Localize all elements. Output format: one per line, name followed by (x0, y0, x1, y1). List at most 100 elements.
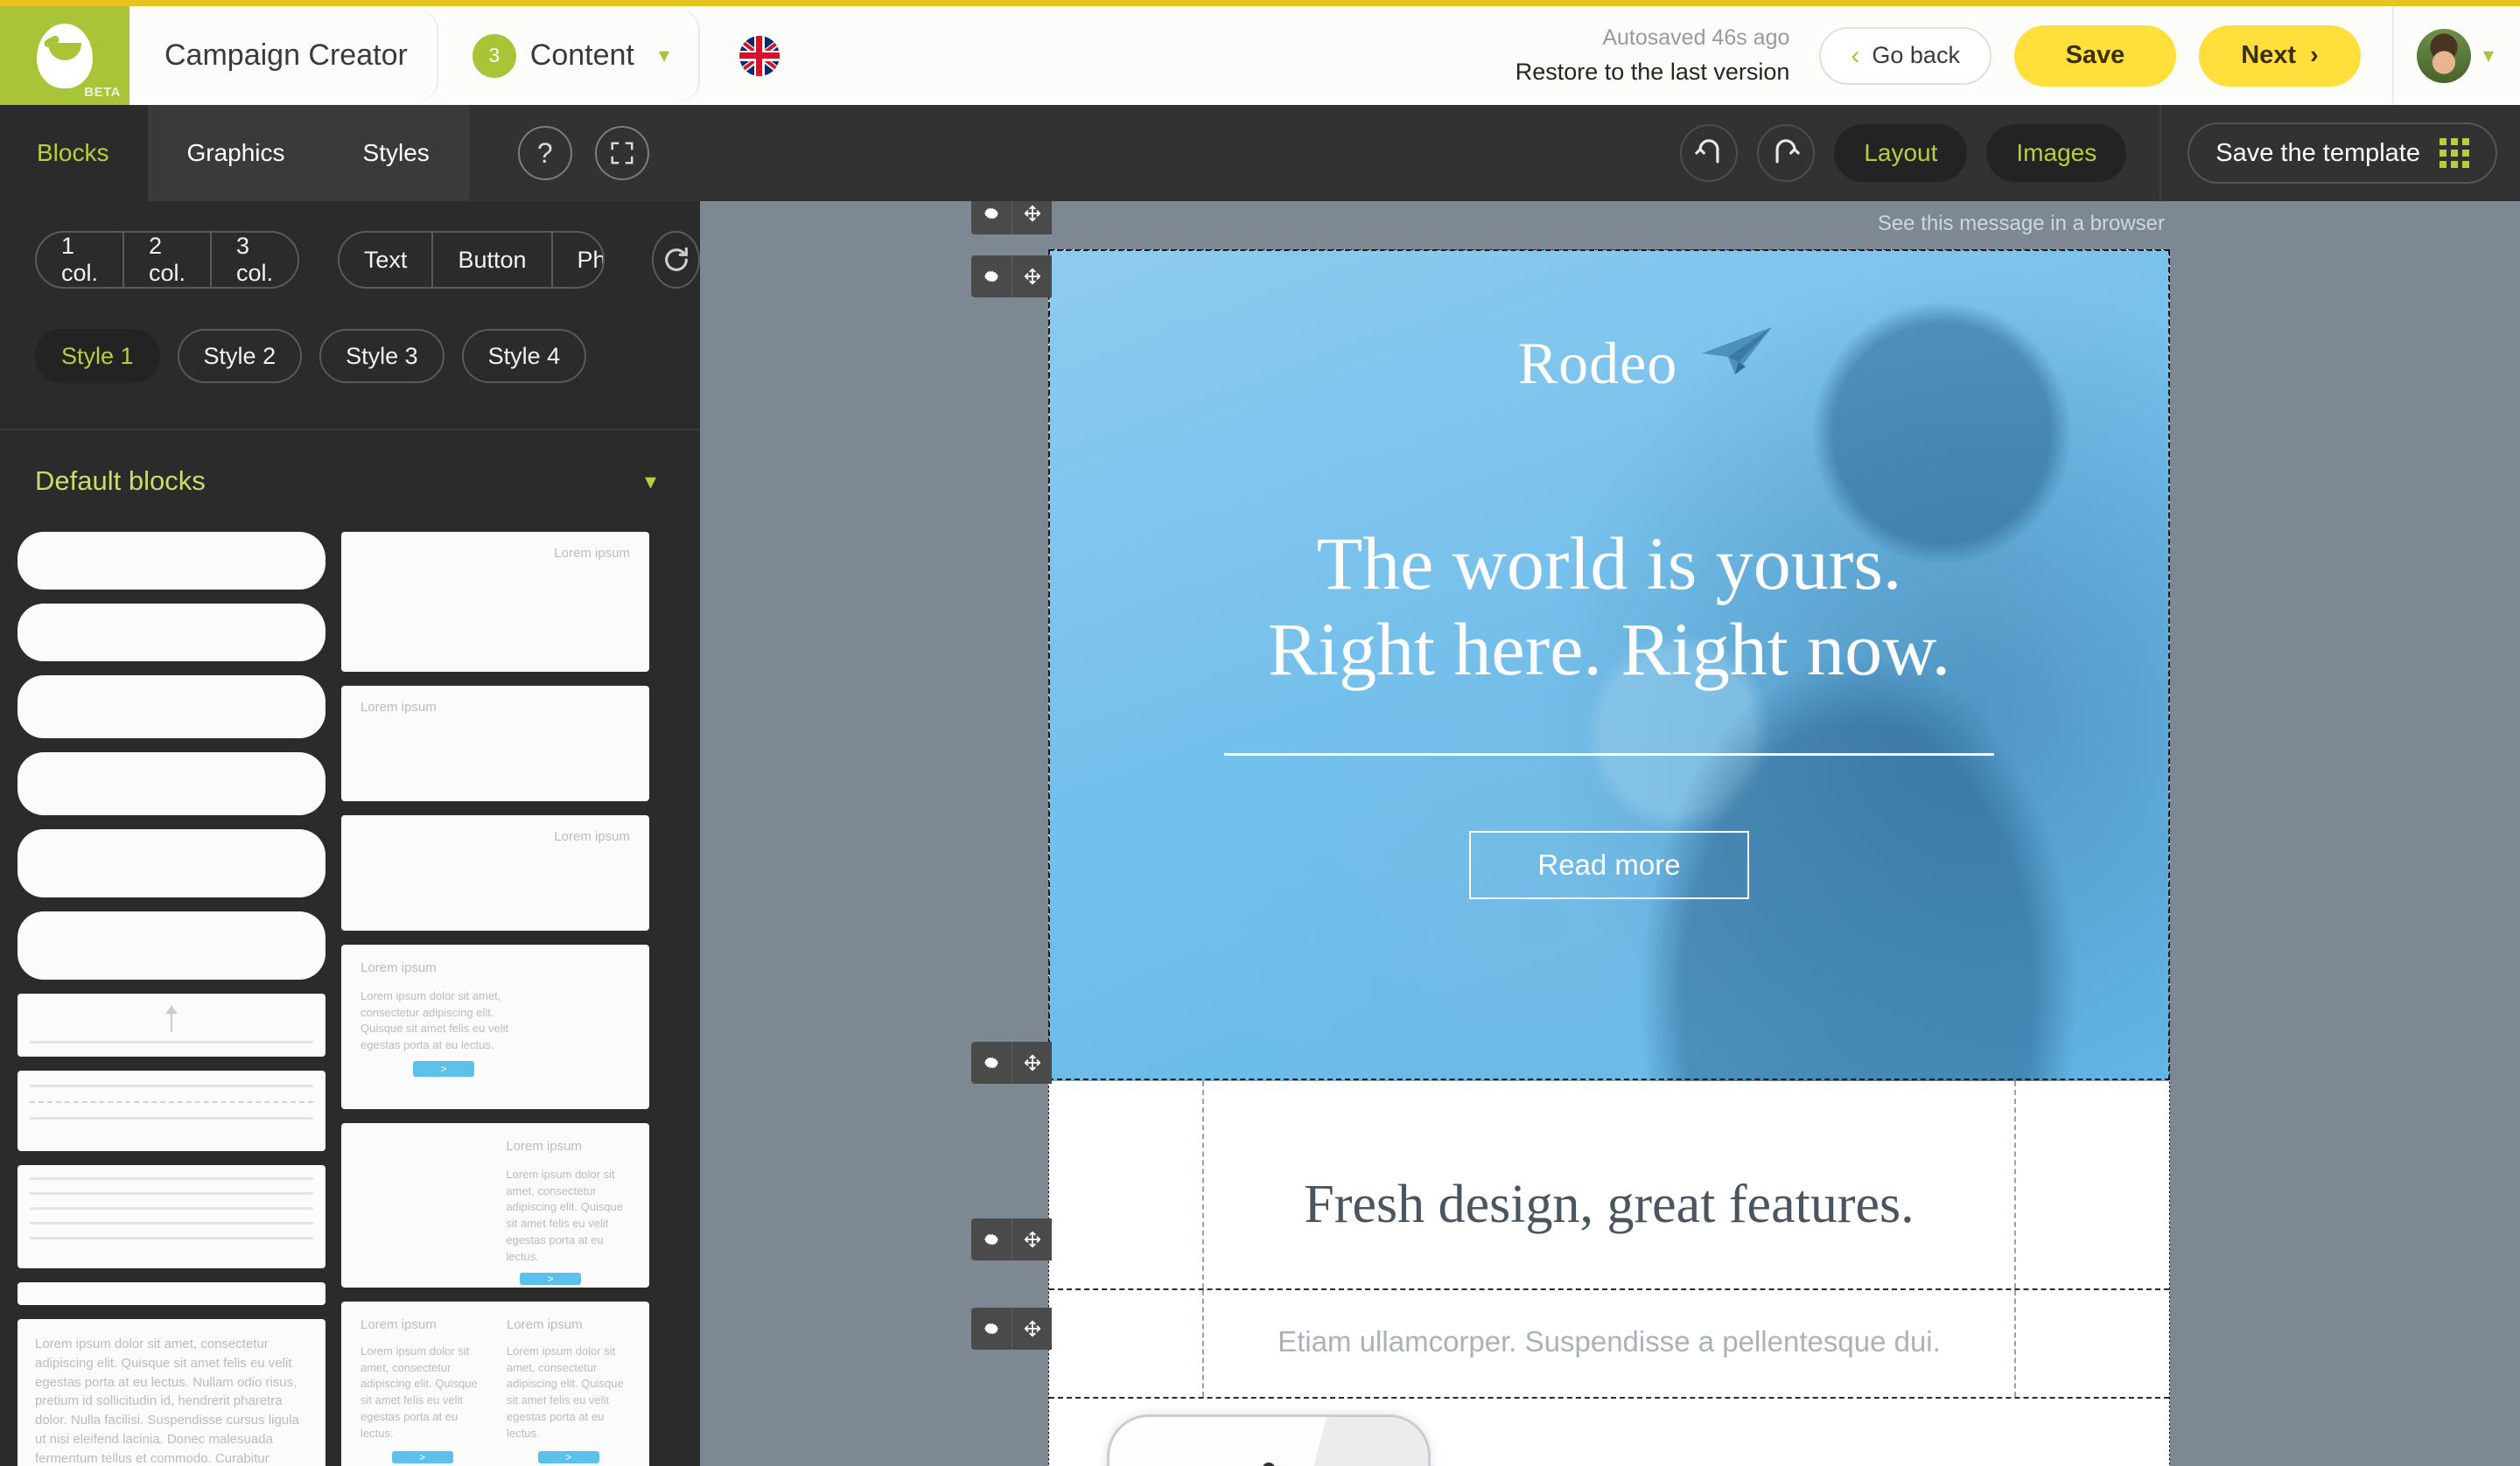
move-arrows-icon[interactable] (1012, 255, 1052, 297)
style-option-2[interactable]: Style 2 (177, 329, 303, 383)
fullscreen-button[interactable] (594, 126, 649, 180)
responsive-block[interactable]: BELL 4:21 PM 22% Responsive Powerful (1049, 1399, 2169, 1466)
hero-divider (1224, 753, 1994, 757)
gear-icon[interactable] (971, 1308, 1012, 1350)
help-button[interactable]: ? (517, 126, 572, 180)
heading-row[interactable]: Fresh design, great features. (1049, 1081, 2169, 1290)
images-button[interactable]: Images (1986, 124, 2127, 182)
toolbar-divider (2160, 105, 2162, 201)
block-thumbnail[interactable] (18, 829, 326, 897)
thumbnail-column-left: Lorem ipsum dolor sit amet, consectetur … (18, 532, 326, 1466)
thumbnail-text: Lorem ipsum (360, 700, 437, 715)
thumbnail-button[interactable]: > (537, 1450, 599, 1463)
gear-icon[interactable] (971, 255, 1012, 297)
column-option-1col[interactable]: 1 col. (37, 233, 125, 287)
block-thumbnail-divider[interactable] (18, 994, 326, 1057)
breadcrumb-item-campaign-creator[interactable]: Campaign Creator (130, 6, 438, 105)
block-thumbnail[interactable] (18, 532, 326, 590)
thumbnail-text: Lorem ipsum (360, 1317, 437, 1332)
save-label: Save (2065, 41, 2125, 69)
block-thumbnail[interactable] (18, 911, 326, 980)
style-label: Style 2 (203, 342, 276, 369)
style-option-4[interactable]: Style 4 (461, 329, 587, 383)
thumbnail-button-label: > (564, 1450, 571, 1463)
reload-blocks-button[interactable] (652, 231, 700, 289)
save-button[interactable]: Save (2013, 24, 2176, 87)
user-menu[interactable]: ▾ (2394, 28, 2520, 83)
breadcrumb-item-content[interactable]: 3 Content ▾ (438, 6, 701, 105)
block-thumbnail-text-button[interactable]: Lorem ipsum Lorem ipsum dolor sit amet, … (341, 945, 649, 1109)
expand-icon (611, 142, 634, 164)
gear-icon[interactable] (971, 201, 1012, 234)
brand-lockup[interactable]: Rodeo (1517, 250, 1773, 398)
block-thumbnail[interactable] (18, 1282, 326, 1305)
hero-headline-line1: The world is yours. (1316, 521, 1902, 605)
block-thumbnail-lines[interactable] (18, 1071, 326, 1151)
redo-button[interactable] (1757, 124, 1816, 182)
mail-leaf-logo-icon (37, 23, 93, 88)
email-body[interactable]: Rodeo The world is yours. Right here. Ri… (1048, 249, 2170, 1466)
preheader-text: See this message in a browser (1877, 212, 2165, 235)
undo-button[interactable] (1680, 124, 1739, 182)
brand-name: Rodeo (1517, 330, 1678, 396)
thumbnail-button[interactable]: > (413, 1061, 474, 1078)
tab-label: Blocks (37, 139, 109, 166)
move-arrows-icon[interactable] (1012, 1042, 1052, 1084)
layout-button[interactable]: Layout (1834, 124, 1968, 182)
element-option-photo[interactable]: Photo (553, 233, 604, 287)
hero-block[interactable]: Rodeo The world is yours. Right here. Ri… (1049, 250, 2169, 1081)
save-template-button[interactable]: Save the template (2188, 122, 2497, 184)
preheader-row[interactable]: See this message in a browser (1048, 201, 2170, 247)
block-thumbnail-text-button-right[interactable]: Lorem ipsum Lorem ipsum dolor sit amet, … (341, 1123, 649, 1288)
block-thumbnail-label-right[interactable]: Lorem ipsum (341, 532, 649, 672)
thumbnail-text: Lorem ipsum (554, 546, 630, 561)
block-thumbnail-two-col-buttons[interactable]: Lorem ipsum Lorem ipsum dolor sit amet, … (341, 1302, 649, 1466)
default-blocks-title: Default blocks (35, 465, 206, 496)
move-arrows-icon[interactable] (1012, 1308, 1052, 1350)
block-handle-subheading[interactable] (971, 1218, 1052, 1260)
thumbnail-button[interactable]: > (391, 1450, 453, 1463)
move-arrows-icon[interactable] (1012, 1218, 1052, 1260)
style-option-3[interactable]: Style 3 (319, 329, 444, 383)
read-more-button[interactable]: Read more (1469, 831, 1749, 900)
subheading-row[interactable]: Etiam ullamcorper. Suspendisse a pellent… (1049, 1290, 2169, 1399)
go-back-button[interactable]: ‹ Go back (1819, 26, 1992, 85)
block-handle-phone[interactable] (971, 1308, 1052, 1350)
block-handle-heading[interactable] (971, 1042, 1052, 1084)
chevron-down-icon[interactable]: ▾ (659, 43, 669, 68)
gear-icon[interactable] (971, 1218, 1012, 1260)
phone-camera-icon (1262, 1463, 1276, 1466)
thumbnail-button[interactable]: > (520, 1272, 581, 1285)
block-thumbnail-label-right[interactable]: Lorem ipsum (341, 815, 649, 931)
features-heading: Fresh design, great features. (1304, 1175, 1914, 1234)
element-option-button[interactable]: Button (433, 233, 553, 287)
move-arrows-icon[interactable] (1012, 201, 1052, 234)
style-option-1[interactable]: Style 1 (35, 329, 160, 383)
chevron-down-icon[interactable]: ▾ (645, 468, 656, 495)
thumbnail-text: Lorem ipsum dolor sit amet, consectetur … (506, 1167, 624, 1263)
email-canvas[interactable]: See this message in a browser Rodeo The … (700, 201, 2520, 1466)
restore-version-link[interactable]: Restore to the last version (1516, 59, 1790, 86)
column-option-2col[interactable]: 2 col. (124, 233, 213, 287)
tab-graphics[interactable]: Graphics (148, 105, 325, 201)
block-thumbnail-paragraph[interactable]: Lorem ipsum dolor sit amet, consectetur … (18, 1319, 326, 1466)
block-thumbnail[interactable] (18, 752, 326, 815)
block-thumbnail-lines[interactable] (18, 1165, 326, 1268)
block-thumbnail[interactable] (18, 604, 326, 661)
features-block[interactable]: Fresh design, great features. Etiam ulla… (1049, 1081, 2169, 1399)
app-logo[interactable]: BETA (0, 6, 130, 105)
block-handle-hero[interactable] (971, 255, 1052, 297)
tab-styles[interactable]: Styles (324, 105, 469, 201)
element-option-text[interactable]: Text (340, 233, 434, 287)
block-thumbnail[interactable] (18, 675, 326, 738)
panel-controls: 1 col. 2 col. 3 col. Text Button Photo (0, 201, 700, 383)
language-selector[interactable] (738, 35, 780, 76)
gear-icon[interactable] (971, 1042, 1012, 1084)
block-handle-preheader[interactable] (971, 201, 1052, 234)
block-thumbnail-label-left[interactable]: Lorem ipsum (341, 686, 649, 801)
default-blocks-header[interactable]: Default blocks ▾ (0, 430, 700, 532)
tab-blocks[interactable]: Blocks (0, 105, 149, 201)
next-button[interactable]: Next › (2198, 24, 2361, 87)
column-option-3col[interactable]: 3 col. (212, 233, 298, 287)
thumbnail-column-right: Lorem ipsum Lorem ipsum Lorem ipsum Lore… (341, 532, 649, 1466)
